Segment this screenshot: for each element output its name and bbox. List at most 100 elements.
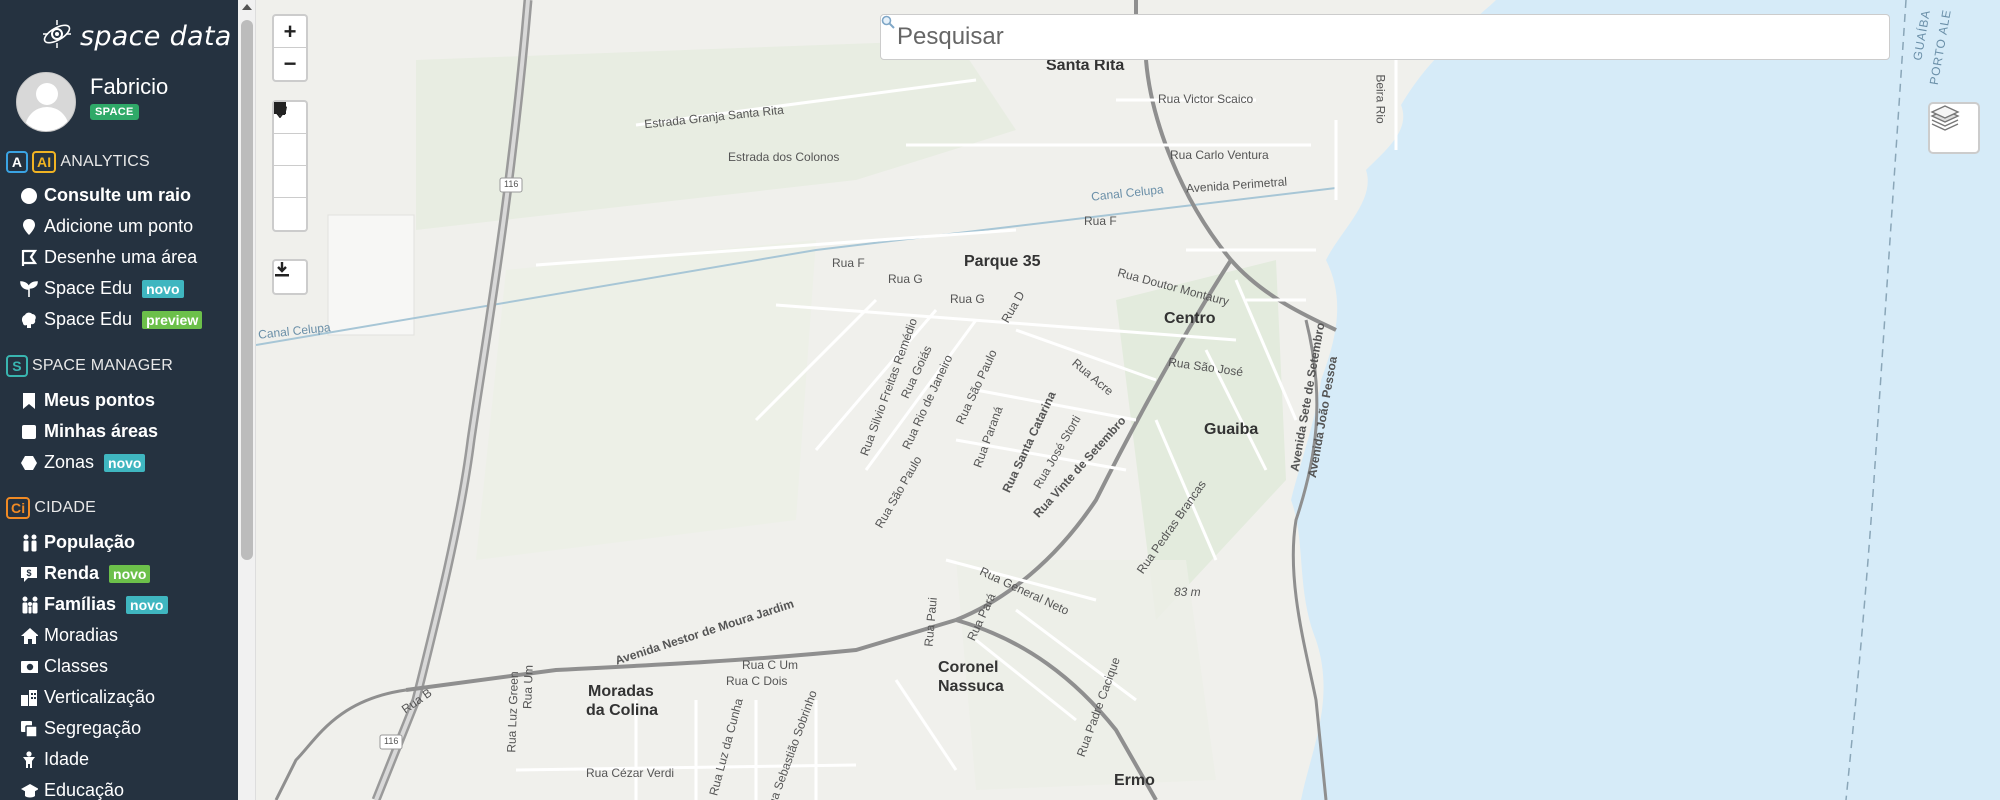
map-search-box (880, 14, 1890, 60)
nav-label: Space Edu (44, 278, 133, 298)
place-moradas-l2: da Colina (586, 702, 659, 719)
nav-label: População (44, 532, 136, 552)
elevation-label: 83 m (1174, 585, 1201, 599)
nav-label: Segregação (44, 718, 142, 738)
education-icon (20, 782, 38, 800)
street-c-dois: Rua C Dois (726, 674, 788, 688)
scroll-up-arrow-icon[interactable] (242, 4, 252, 10)
zoom-out-button[interactable]: − (274, 48, 306, 80)
nav-space-edu-preview[interactable]: Space Edu preview (20, 309, 203, 330)
preview-tag: preview (142, 310, 203, 329)
place-coronel-l2: Nassuca (938, 678, 1004, 695)
nav-label: Renda (44, 563, 100, 583)
user-badge: SPACE (90, 104, 139, 120)
nav-label: Moradias (44, 625, 119, 645)
street-rua-um: Rua Um (520, 664, 536, 710)
nav-label: Desenhe uma área (44, 247, 198, 267)
nav-label: Minhas áreas (44, 421, 159, 441)
square-icon (20, 423, 38, 441)
sidebar-scrollbar[interactable] (238, 0, 256, 800)
zoom-in-button[interactable]: + (274, 16, 306, 48)
nav-adicione-ponto[interactable]: Adicione um ponto (20, 216, 193, 237)
street-c-um: Rua C Um (742, 658, 799, 672)
section-cidade-label: CIDADE (34, 499, 97, 516)
place-ermo: Ermo (1114, 772, 1155, 789)
circle-icon (20, 187, 38, 205)
layers-button[interactable] (1928, 102, 1980, 154)
place-centro: Centro (1164, 310, 1216, 327)
search-input[interactable] (897, 23, 1857, 51)
street-victor: Rua Victor Scaico (1158, 92, 1254, 106)
pin-icon (20, 218, 38, 236)
scrollbar-thumb[interactable] (241, 20, 253, 560)
nav-populacao[interactable]: População (20, 532, 135, 553)
logo-icon (40, 17, 74, 56)
nav-label: Adicione um ponto (44, 216, 194, 236)
cidade-badge: Ci (6, 497, 31, 519)
hexagon-icon (20, 454, 38, 472)
street-carlo: Rua Carlo Ventura (1170, 148, 1269, 162)
nav-label: Space Edu (44, 309, 133, 329)
place-guaiba: Guaiba (1204, 421, 1259, 438)
app-root: space data Fabricio SPACE A AI ANALYTICS… (0, 0, 2000, 800)
zoom-control: + − (272, 14, 308, 82)
draw-marker-button[interactable] (274, 102, 306, 230)
draw-toolbar (272, 100, 308, 232)
place-moradas-l1: Moradas (588, 683, 654, 700)
nav-verticalizacao[interactable]: Verticalização (20, 687, 155, 708)
street-rua-g-east: Rua G (950, 292, 985, 306)
brain-icon (20, 311, 38, 329)
svg-text:$: $ (26, 568, 31, 578)
street-rua-g: Rua G (888, 272, 923, 286)
analytics-ai-badge: AI (32, 151, 57, 173)
nav-classes[interactable]: Classes (20, 656, 108, 677)
user-name: Fabricio (90, 74, 169, 99)
nav-label: Idade (44, 749, 90, 769)
street-rua-f: Rua F (1084, 214, 1117, 228)
nav-label: Consulte um raio (44, 185, 192, 205)
nav-meus-pontos[interactable]: Meus pontos (20, 390, 155, 411)
draw-circle-button[interactable] (274, 102, 306, 198)
download-button[interactable] (274, 261, 306, 293)
analytics-a-badge: A (6, 151, 28, 173)
sidebar: space data Fabricio SPACE A AI ANALYTICS… (0, 0, 238, 800)
sprout-icon (20, 280, 38, 298)
nav-familias[interactable]: Famílias novo (20, 594, 168, 615)
nav-desenhe-area[interactable]: Desenhe uma área (20, 247, 197, 268)
nav-zonas[interactable]: Zonas novo (20, 452, 146, 473)
draw-rectangle-button[interactable] (274, 102, 306, 166)
street-cezar-verdi: Rua Cézar Verdi (586, 766, 675, 780)
map-canvas[interactable]: Santa Rita Parque 35 Centro Guaiba Coron… (256, 0, 2000, 800)
nav-segregacao[interactable]: Segregação (20, 718, 141, 739)
street-beira: Beira Rio (1373, 74, 1388, 124)
nav-moradias[interactable]: Moradias (20, 625, 118, 646)
clone-icon (20, 720, 38, 738)
nav-educacao[interactable]: Educação (20, 780, 124, 800)
user-profile[interactable]: Fabricio SPACE (16, 72, 168, 132)
nav-idade[interactable]: Idade (20, 749, 89, 770)
avatar[interactable] (16, 72, 76, 132)
section-space-manager: S SPACE MANAGER (6, 355, 173, 377)
money-icon: $ (20, 565, 38, 583)
people-icon (20, 534, 38, 552)
nav-space-edu-novo[interactable]: Space Edu novo (20, 278, 184, 299)
nav-renda[interactable]: $ Renda novo (20, 563, 151, 584)
nav-label: Famílias (44, 594, 117, 614)
family-icon (20, 596, 38, 614)
draw-area-icon (20, 249, 38, 267)
building-icon (20, 689, 38, 707)
nav-minhas-areas[interactable]: Minhas áreas (20, 421, 158, 442)
section-space-manager-label: SPACE MANAGER (32, 357, 173, 374)
place-parque-35: Parque 35 (964, 253, 1041, 270)
road-shield-116: 116 (504, 179, 519, 189)
nav-consulte-raio[interactable]: Consulte um raio (20, 185, 191, 206)
novo-tag: novo (109, 564, 151, 583)
nav-label: Educação (44, 780, 125, 800)
section-analytics-label: ANALYTICS (60, 153, 150, 170)
place-coronel-l1: Coronel (938, 659, 999, 676)
bookmark-icon (20, 392, 38, 410)
street-estrada: Estrada dos Colonos (728, 150, 840, 164)
logo[interactable]: space data (40, 16, 232, 56)
section-analytics: A AI ANALYTICS (6, 151, 150, 173)
street-rua-f-west: Rua F (832, 256, 865, 270)
